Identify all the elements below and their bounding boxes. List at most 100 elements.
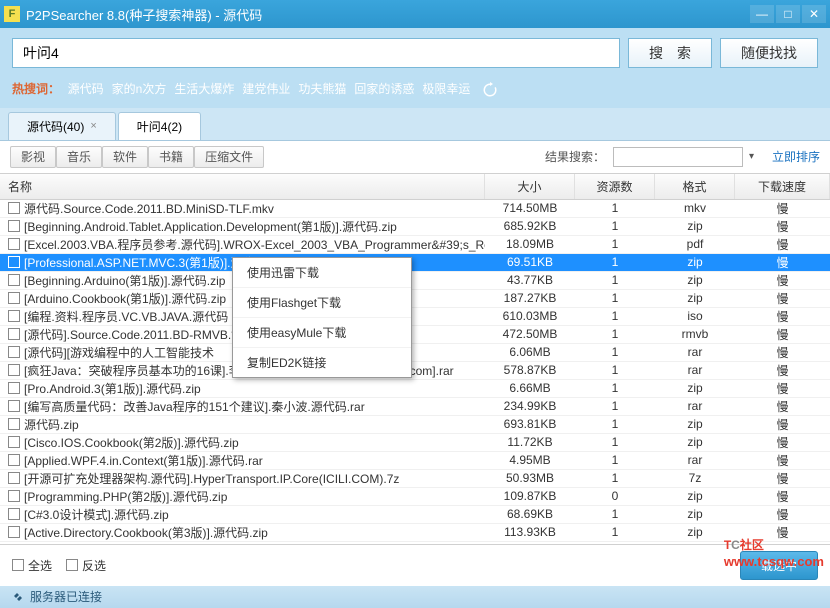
cell: 610.03MB: [485, 308, 575, 324]
table-row[interactable]: [源代码][游戏编程中的人工智能技术6.06MB1rar慢: [0, 344, 830, 362]
cell: 1: [575, 380, 655, 396]
table-row[interactable]: [Applied.WPF.4.in.Context(第1版)].源代码.rar4…: [0, 452, 830, 470]
cell: 慢: [735, 523, 830, 542]
cell: 0: [575, 488, 655, 504]
tab[interactable]: 源代码(40)×: [8, 112, 116, 140]
row-checkbox[interactable]: [8, 364, 20, 376]
row-checkbox[interactable]: [8, 508, 20, 520]
row-checkbox[interactable]: [8, 238, 20, 250]
cell: 慢: [735, 541, 830, 544]
table-row[interactable]: [编写高质量代码：改善Java程序的151个建议].秦小波.源代码.rar234…: [0, 398, 830, 416]
row-name: [Applied.WPF.4.in.Context(第1版)].源代码.rar: [24, 452, 263, 469]
hotword-link[interactable]: 功夫熊猫: [298, 82, 346, 96]
category-button[interactable]: 影视: [10, 146, 56, 168]
table-row[interactable]: [Beginning.Arduino(第1版)].源代码.zip43.77KB1…: [0, 272, 830, 290]
row-checkbox[interactable]: [8, 436, 20, 448]
row-name: [源代码][游戏编程中的人工智能技术: [24, 344, 214, 361]
context-menu-item[interactable]: 复制ED2K链接: [233, 348, 411, 377]
hotwords-label: 热搜词：: [12, 82, 60, 96]
search-bar: 搜 索 随便找找: [0, 28, 830, 74]
row-name: [Programming.PHP(第2版)].源代码.zip: [24, 488, 227, 505]
download-selected-button[interactable]: 载选中: [740, 551, 818, 580]
search-input[interactable]: [12, 38, 620, 68]
row-checkbox[interactable]: [8, 256, 20, 268]
cell: 6.66MB: [485, 380, 575, 396]
context-menu: 使用迅雷下载使用Flashget下载使用easyMule下载复制ED2K链接: [232, 257, 412, 378]
row-checkbox[interactable]: [8, 382, 20, 394]
cell: 1: [575, 272, 655, 288]
table-row[interactable]: 源代码.Source.Code.2011.BD.MiniSD-TLF.mkv71…: [0, 200, 830, 218]
row-checkbox[interactable]: [8, 310, 20, 322]
invert-checkbox[interactable]: 反选: [66, 557, 106, 574]
row-checkbox[interactable]: [8, 292, 20, 304]
col-size[interactable]: 大小: [485, 174, 575, 199]
table-row[interactable]: [Pro.Android.3(第1版)].源代码.zip6.66MB1zip慢: [0, 380, 830, 398]
row-checkbox[interactable]: [8, 400, 20, 412]
dropdown-icon[interactable]: ▾: [749, 151, 754, 162]
cell: 113.93KB: [485, 524, 575, 540]
col-format[interactable]: 格式: [655, 174, 735, 199]
titlebar: F P2PSearcher 8.8(种子搜索神器) - 源代码 — □ ✕: [0, 0, 830, 28]
category-button[interactable]: 软件: [102, 146, 148, 168]
row-checkbox[interactable]: [8, 328, 20, 340]
close-icon[interactable]: ×: [90, 120, 96, 132]
table-row[interactable]: [Active.Directory.Cookbook(第3版)].源代码.zip…: [0, 524, 830, 542]
context-menu-item[interactable]: 使用Flashget下载: [233, 288, 411, 318]
category-button[interactable]: 压缩文件: [194, 146, 264, 168]
row-checkbox[interactable]: [8, 346, 20, 358]
table-row[interactable]: [编程.资料.程序员.VC.VB.JAVA.源代码610.03MB1iso慢: [0, 308, 830, 326]
row-checkbox[interactable]: [8, 490, 20, 502]
category-button[interactable]: 音乐: [56, 146, 102, 168]
col-speed[interactable]: 下载速度: [735, 174, 830, 199]
table-row[interactable]: [开源可扩充处理器架构.源代码].HyperTransport.IP.Core(…: [0, 470, 830, 488]
table-row[interactable]: [源代码].Source.Code.2011.BD-RMVB.*472.50MB…: [0, 326, 830, 344]
row-name: [Arduino.Cookbook(第1版)].源代码.zip: [24, 290, 226, 307]
category-button[interactable]: 书籍: [148, 146, 194, 168]
cell: 714.50MB: [485, 200, 575, 216]
table-row[interactable]: [Beginning.Android.Tablet.Application.De…: [0, 218, 830, 236]
sort-button[interactable]: 立即排序: [772, 148, 820, 165]
minimize-button[interactable]: —: [750, 5, 774, 23]
row-checkbox[interactable]: [8, 418, 20, 430]
cell: 1: [575, 398, 655, 414]
table-row[interactable]: [疯狂Java：突破程序员基本功的16课].李刚.源代码[学习库www.xuex…: [0, 362, 830, 380]
row-checkbox[interactable]: [8, 472, 20, 484]
table-row[interactable]: [Excel.2003.VBA.程序员参考.源代码].WROX-Excel_20…: [0, 236, 830, 254]
row-checkbox[interactable]: [8, 454, 20, 466]
table-row[interactable]: [Cisco.IOS.Cookbook(第2版)].源代码.zip11.72KB…: [0, 434, 830, 452]
hotword-link[interactable]: 回家的诱惑: [354, 82, 414, 96]
row-checkbox[interactable]: [8, 202, 20, 214]
tab-bar: 源代码(40)×叶问4(2): [0, 108, 830, 141]
row-name: [编程.资料.程序员.VC.VB.JAVA.源代码: [24, 308, 228, 325]
maximize-button[interactable]: □: [776, 5, 800, 23]
hotword-link[interactable]: 极限幸运: [422, 82, 470, 96]
table-row[interactable]: [Programming.PHP(第2版)].源代码.zip109.87KB0z…: [0, 488, 830, 506]
cell: iso: [655, 308, 735, 324]
select-all-checkbox[interactable]: 全选: [12, 557, 52, 574]
search-button[interactable]: 搜 索: [628, 38, 712, 68]
tab[interactable]: 叶问4(2): [118, 112, 201, 140]
hotword-link[interactable]: 源代码: [68, 82, 104, 96]
context-menu-item[interactable]: 使用迅雷下载: [233, 258, 411, 288]
cell: 1: [575, 326, 655, 342]
hotword-link[interactable]: 建党伟业: [242, 82, 290, 96]
table-row[interactable]: [Professional.ASP.NET.MVC.3(第1版)].源代码69.…: [0, 254, 830, 272]
hotword-link[interactable]: 生活大爆炸: [174, 82, 234, 96]
col-name[interactable]: 名称: [0, 174, 485, 199]
table-row[interactable]: [Arduino.Cookbook(第1版)].源代码.zip187.27KB1…: [0, 290, 830, 308]
random-button[interactable]: 随便找找: [720, 38, 818, 68]
close-button[interactable]: ✕: [802, 5, 826, 23]
table-row[interactable]: 源代码.zip693.81KB1zip慢: [0, 416, 830, 434]
row-checkbox[interactable]: [8, 220, 20, 232]
cell: 慢: [735, 379, 830, 398]
grid-body[interactable]: 源代码.Source.Code.2011.BD.MiniSD-TLF.mkv71…: [0, 200, 830, 544]
col-sources[interactable]: 资源数: [575, 174, 655, 199]
context-menu-item[interactable]: 使用easyMule下载: [233, 318, 411, 348]
table-row[interactable]: 源代码.2011.BD1080P英语中英双字.mp44.07GB1mp4慢: [0, 542, 830, 544]
result-filter-input[interactable]: [613, 147, 743, 167]
table-row[interactable]: [C#3.0设计模式].源代码.zip68.69KB1zip慢: [0, 506, 830, 524]
refresh-icon[interactable]: [482, 82, 498, 98]
row-checkbox[interactable]: [8, 526, 20, 538]
hotword-link[interactable]: 家的n次方: [112, 82, 167, 96]
row-checkbox[interactable]: [8, 274, 20, 286]
